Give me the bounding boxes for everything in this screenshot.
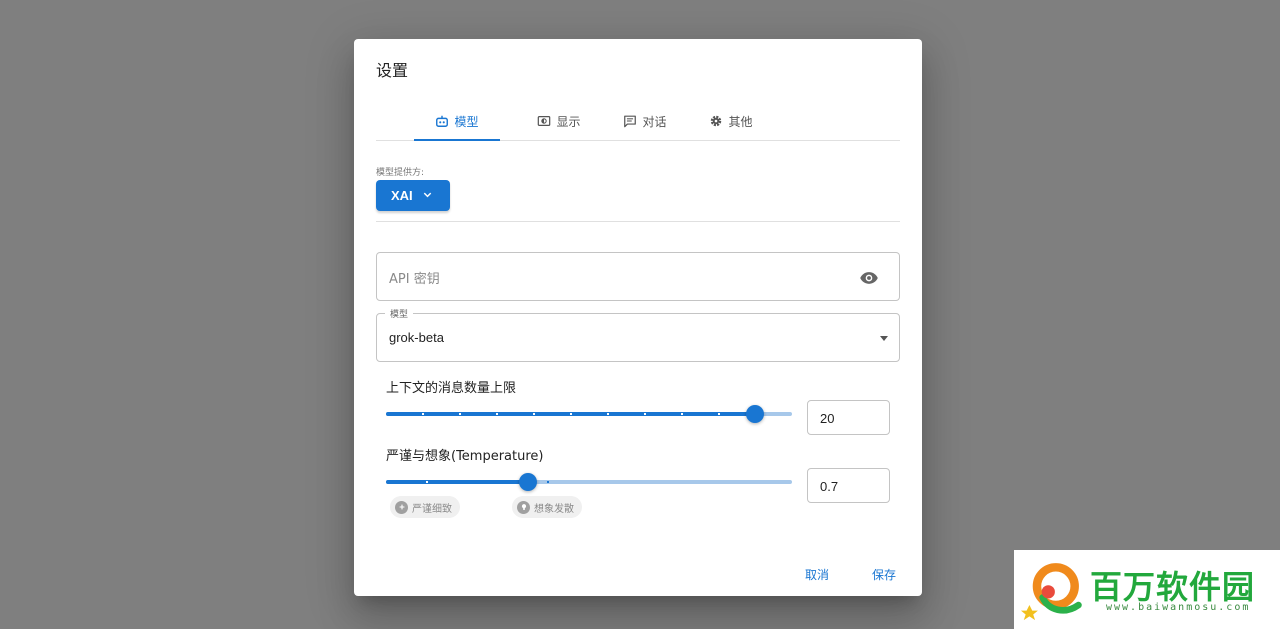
chip-imaginative-label: 想象发散: [534, 503, 574, 515]
context-limit-label: 上下文的消息数量上限: [386, 381, 517, 396]
tab-model-label: 模型: [454, 114, 479, 129]
gear-icon: [709, 114, 723, 128]
chevron-down-icon: [422, 188, 433, 203]
tab-chat[interactable]: 对话: [606, 101, 684, 141]
slider-mark: [569, 413, 572, 415]
slider-track: [386, 480, 529, 484]
tab-chat-label: 对话: [642, 114, 667, 129]
display-icon: [537, 114, 551, 128]
watermark-q-icon: [1020, 563, 1082, 621]
dialog-title: 设置: [376, 61, 409, 80]
save-button[interactable]: 保存: [872, 566, 896, 583]
chip-rigorous-label: 严谨细致: [412, 503, 452, 515]
slider-mark: [547, 481, 550, 483]
provider-dropdown-button[interactable]: XAI: [376, 180, 450, 211]
model-legend: 模型: [385, 307, 414, 320]
slider-mark: [643, 413, 646, 415]
slider-mark: [458, 413, 461, 415]
slider-mark: [680, 413, 683, 415]
lightbulb-icon: [517, 500, 530, 514]
settings-dialog: 设置 模型 显示 对话 其他 模型提供方: XAI API 密钥 模型 grok…: [354, 39, 922, 596]
watermark-url: www.baiwanmosu.com: [1106, 602, 1251, 613]
slider-mark: [717, 413, 720, 415]
tab-other-label: 其他: [728, 114, 753, 129]
cancel-button[interactable]: 取消: [805, 566, 829, 583]
provider-label: 模型提供方:: [376, 168, 425, 178]
eye-icon[interactable]: [859, 268, 879, 288]
robot-icon: [435, 114, 449, 128]
tab-other[interactable]: 其他: [692, 101, 770, 141]
slider-mark: [495, 413, 498, 415]
chip-imaginative[interactable]: 想象发散: [512, 496, 582, 518]
context-limit-input[interactable]: 20: [807, 400, 890, 435]
tab-indicator: [414, 139, 500, 141]
tab-display[interactable]: 显示: [520, 101, 598, 141]
temperature-label: 严谨与想象(Temperature): [386, 449, 544, 464]
slider-thumb[interactable]: [519, 473, 538, 491]
tab-bar: 模型 显示 对话 其他: [376, 101, 900, 141]
precision-icon: [395, 500, 408, 514]
temperature-input[interactable]: 0.7: [807, 468, 890, 503]
context-limit-slider[interactable]: [386, 404, 792, 424]
slider-mark: [606, 413, 609, 415]
section-divider: [376, 221, 900, 222]
watermark-logo: 百万软件园 www.baiwanmosu.com: [1014, 550, 1280, 629]
tab-model[interactable]: 模型: [414, 101, 500, 141]
tab-display-label: 显示: [556, 114, 581, 129]
caret-down-icon: [880, 336, 888, 341]
model-select[interactable]: 模型 grok-beta: [376, 307, 900, 362]
api-key-placeholder: API 密钥: [389, 272, 440, 287]
slider-mark: [532, 413, 535, 415]
model-value: grok-beta: [389, 330, 444, 345]
chat-icon: [623, 114, 637, 128]
slider-thumb[interactable]: [746, 405, 765, 423]
provider-value: XAI: [391, 188, 413, 203]
chip-rigorous[interactable]: 严谨细致: [390, 496, 460, 518]
api-key-field[interactable]: API 密钥: [376, 252, 900, 301]
slider-mark: [425, 481, 428, 483]
slider-mark: [421, 413, 424, 415]
temperature-slider[interactable]: [386, 472, 792, 492]
